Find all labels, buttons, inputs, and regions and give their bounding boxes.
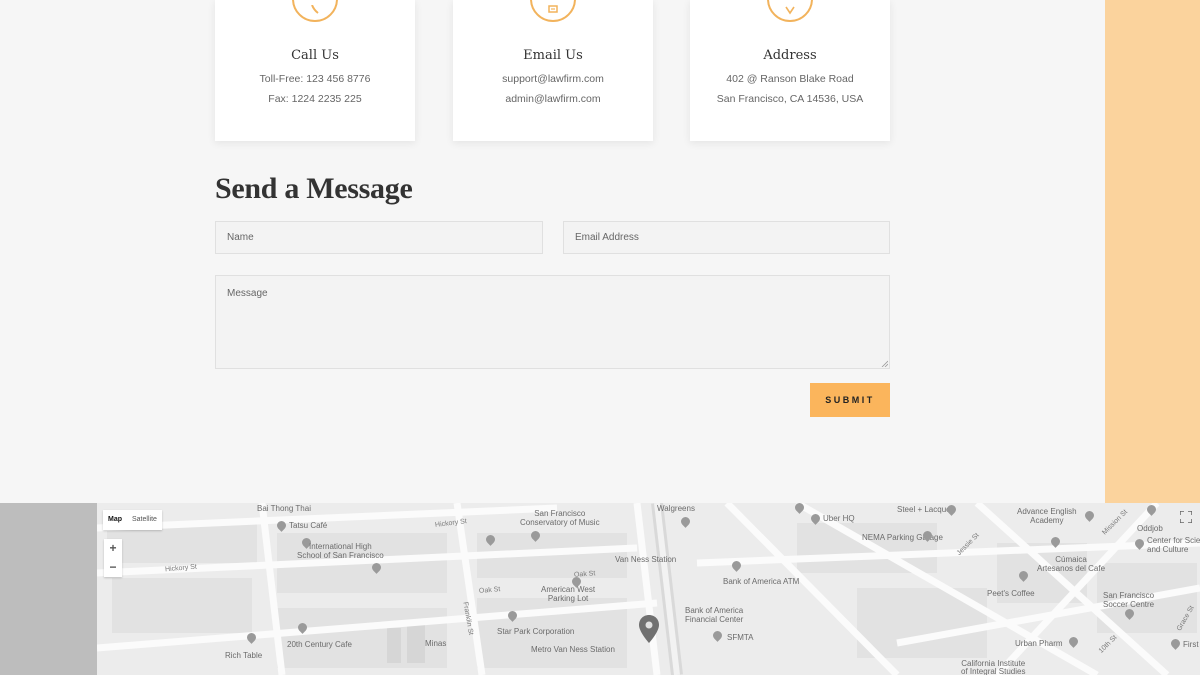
resize-handle-icon[interactable]	[881, 360, 888, 367]
admin-email[interactable]: admin@lawfirm.com	[453, 93, 653, 105]
map-label: 20th Century Cafe	[287, 640, 352, 649]
card-title: Email Us	[523, 48, 583, 63]
fax-number: Fax: 1224 2235 225	[268, 93, 362, 105]
map-label: Oddjob	[1137, 524, 1163, 533]
message-textarea[interactable]: Message	[215, 275, 890, 369]
side-accent-panel	[1105, 0, 1200, 503]
map-label: SFMTA	[727, 633, 754, 642]
address-line-1: 402 @ Ranson Blake Road	[726, 73, 854, 85]
message-placeholder: Message	[227, 288, 268, 299]
email-us-card: Email Us support@lawfirm.com admin@lawfi…	[453, 0, 653, 141]
map-label: Bank of America Financial Center	[685, 606, 744, 624]
map-label: San Francisco Conservatory of Music	[520, 509, 600, 527]
map-label: Peet's Coffee	[987, 589, 1035, 598]
google-map[interactable]: Map Satellite + − Bai Thong Thai Tatsu C…	[97, 503, 1200, 675]
map-label: First	[1183, 640, 1199, 649]
map-type-satellite[interactable]: Satellite	[127, 510, 162, 530]
map-label: American West Parking Lot	[541, 585, 596, 603]
support-email[interactable]: support@lawfirm.com	[453, 73, 653, 85]
zoom-out-button[interactable]: −	[104, 558, 122, 577]
map-label: Advance English Academy	[1017, 507, 1077, 525]
map-label: Urban Pharm	[1015, 639, 1063, 648]
address-line-2: San Francisco, CA 14536, USA	[716, 93, 864, 105]
form-title: Send a Message	[215, 172, 413, 205]
email-icon	[530, 0, 576, 22]
page: Call Us Toll-Free: 123 456 8776 Fax: 122…	[0, 0, 1200, 675]
map-label: San Francisco Soccer Centre	[1103, 591, 1155, 609]
map-label: Rich Table	[225, 651, 263, 660]
map-type-map[interactable]: Map	[103, 510, 127, 530]
name-input[interactable]: Name	[215, 221, 543, 254]
map-label: Bai Thong Thai	[257, 504, 311, 513]
email-input[interactable]: Email Address	[563, 221, 890, 254]
submit-button[interactable]: SUBMIT	[810, 383, 890, 417]
map-label: International High School of San Francis…	[297, 542, 384, 560]
fullscreen-icon[interactable]	[1180, 511, 1192, 523]
zoom-control: + −	[104, 539, 122, 577]
call-us-card: Call Us Toll-Free: 123 456 8776 Fax: 122…	[215, 0, 415, 141]
map-label: Steel + Lacquer	[897, 505, 954, 514]
map-label: Cúmaica Artesanos del Cafe	[1037, 555, 1106, 573]
map-label: Tatsu Café	[289, 521, 328, 530]
phone-number: Toll-Free: 123 456 8776	[259, 73, 371, 85]
location-icon	[767, 0, 813, 22]
map-label: Van Ness Station	[615, 555, 677, 564]
map-marker-icon[interactable]	[639, 615, 659, 643]
card-title: Address	[763, 48, 817, 63]
address-card: Address 402 @ Ranson Blake Road San Fran…	[690, 0, 890, 141]
map-label: Minas	[425, 639, 447, 648]
map-side-panel	[0, 503, 97, 675]
map-label: California Institute of Integral Studies	[961, 659, 1026, 675]
map-label: Uber HQ	[823, 514, 855, 523]
street-label: Oak St	[573, 570, 596, 579]
card-title: Call Us	[291, 48, 339, 63]
map-type-control[interactable]: Map Satellite	[103, 510, 162, 530]
map-label: Metro Van Ness Station	[531, 645, 615, 654]
map-label: Walgreens	[657, 504, 695, 513]
zoom-in-button[interactable]: +	[104, 539, 122, 558]
phone-icon	[292, 0, 338, 22]
map-label: Bank of America ATM	[723, 577, 800, 586]
map-label: Center for Science and Culture	[1147, 536, 1200, 554]
contact-section: Call Us Toll-Free: 123 456 8776 Fax: 122…	[0, 0, 1105, 503]
map-label: Star Park Corporation	[497, 627, 575, 636]
